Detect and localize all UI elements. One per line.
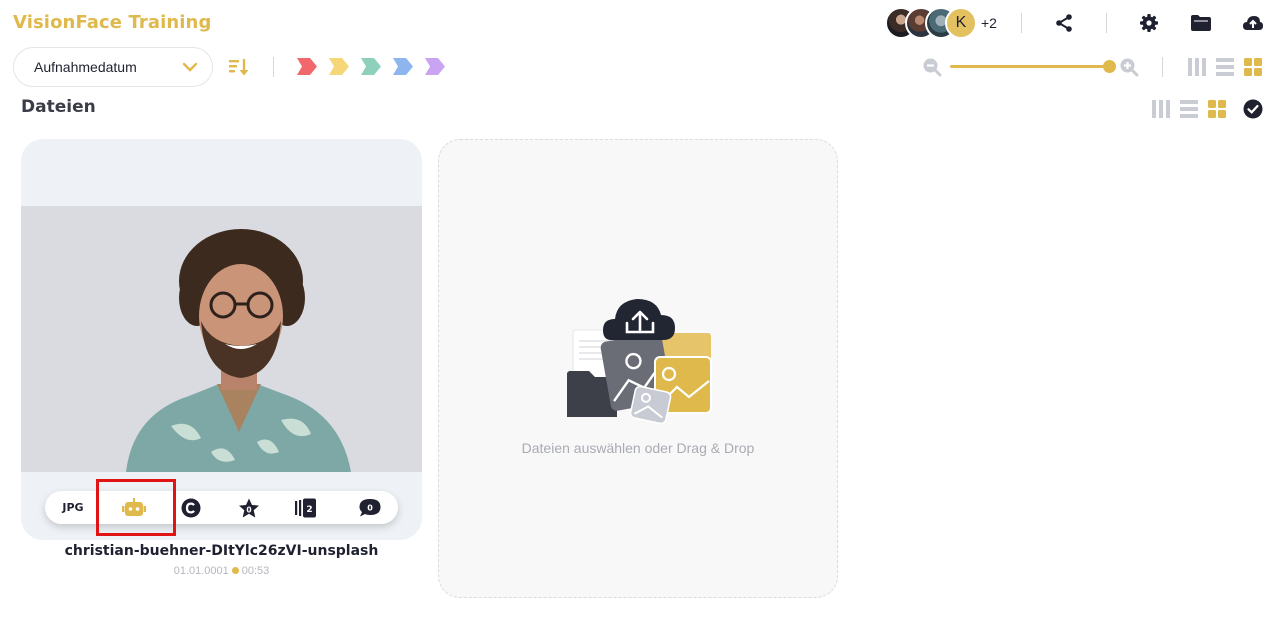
highlight-box — [96, 479, 176, 536]
copyright-icon[interactable] — [172, 491, 210, 524]
collaborators[interactable]: K +2 — [885, 7, 997, 39]
sort-dropdown-value: Aufnahmedatum — [34, 59, 137, 75]
avatar-more-count[interactable]: +2 — [981, 15, 997, 31]
color-tags — [297, 58, 445, 75]
separator-dot — [231, 567, 239, 574]
sort-order-icon[interactable] — [226, 55, 252, 79]
grid-view-icon[interactable] — [1206, 98, 1228, 120]
tag-yellow-icon[interactable] — [329, 58, 349, 75]
list-view-icon[interactable] — [1178, 98, 1200, 120]
column-view-icon[interactable] — [1186, 56, 1208, 78]
file-meta: 01.01.0001 00:53 — [21, 565, 422, 577]
sort-dropdown[interactable]: Aufnahmedatum — [13, 47, 213, 87]
file-time: 00:53 — [241, 565, 270, 577]
tag-red-icon[interactable] — [297, 58, 317, 75]
tag-green-icon[interactable] — [361, 58, 381, 75]
tag-purple-icon[interactable] — [425, 58, 445, 75]
comment-count: 0 — [367, 503, 373, 512]
app-title: VisionFace Training — [13, 12, 212, 33]
gear-icon[interactable] — [1138, 12, 1160, 34]
list-view-icon[interactable] — [1214, 56, 1236, 78]
file-name[interactable]: christian-buehner-DItYlc26zVI-unsplash — [21, 543, 422, 559]
cloud-upload-icon[interactable] — [1241, 12, 1265, 34]
file-card[interactable] — [21, 139, 422, 540]
divider — [273, 57, 274, 77]
column-view-icon[interactable] — [1150, 98, 1172, 120]
versions-icon[interactable]: 2 — [286, 491, 326, 524]
divider — [1162, 57, 1163, 77]
share-icon[interactable] — [1053, 12, 1075, 34]
upload-illustration — [567, 299, 712, 425]
upload-instruction: Dateien auswählen oder Drag & Drop — [521, 440, 755, 456]
select-all-check-icon[interactable] — [1242, 98, 1264, 120]
grid-view-icon[interactable] — [1242, 56, 1264, 78]
chevron-down-icon — [180, 57, 200, 80]
zoom-in-icon[interactable] — [1118, 56, 1140, 78]
section-title: Dateien — [21, 97, 96, 117]
tag-blue-icon[interactable] — [393, 58, 413, 75]
file-date: 01.01.0001 — [173, 565, 229, 577]
file-type-badge: JPG — [62, 501, 84, 514]
zoom-slider-handle[interactable] — [1103, 60, 1116, 73]
zoom-out-icon[interactable] — [921, 56, 943, 78]
zoom-slider[interactable] — [950, 65, 1110, 68]
rating-count: 0 — [246, 505, 251, 514]
upload-dropzone[interactable]: Dateien auswählen oder Drag & Drop — [438, 139, 838, 598]
comment-icon[interactable]: 0 — [351, 491, 389, 524]
versions-count: 2 — [306, 505, 312, 515]
divider — [1021, 13, 1022, 33]
avatar[interactable]: K — [945, 7, 977, 39]
star-rating-icon[interactable]: 0 — [230, 491, 268, 524]
folder-icon[interactable] — [1189, 12, 1213, 34]
divider — [1106, 13, 1107, 33]
file-thumbnail[interactable] — [21, 206, 422, 472]
